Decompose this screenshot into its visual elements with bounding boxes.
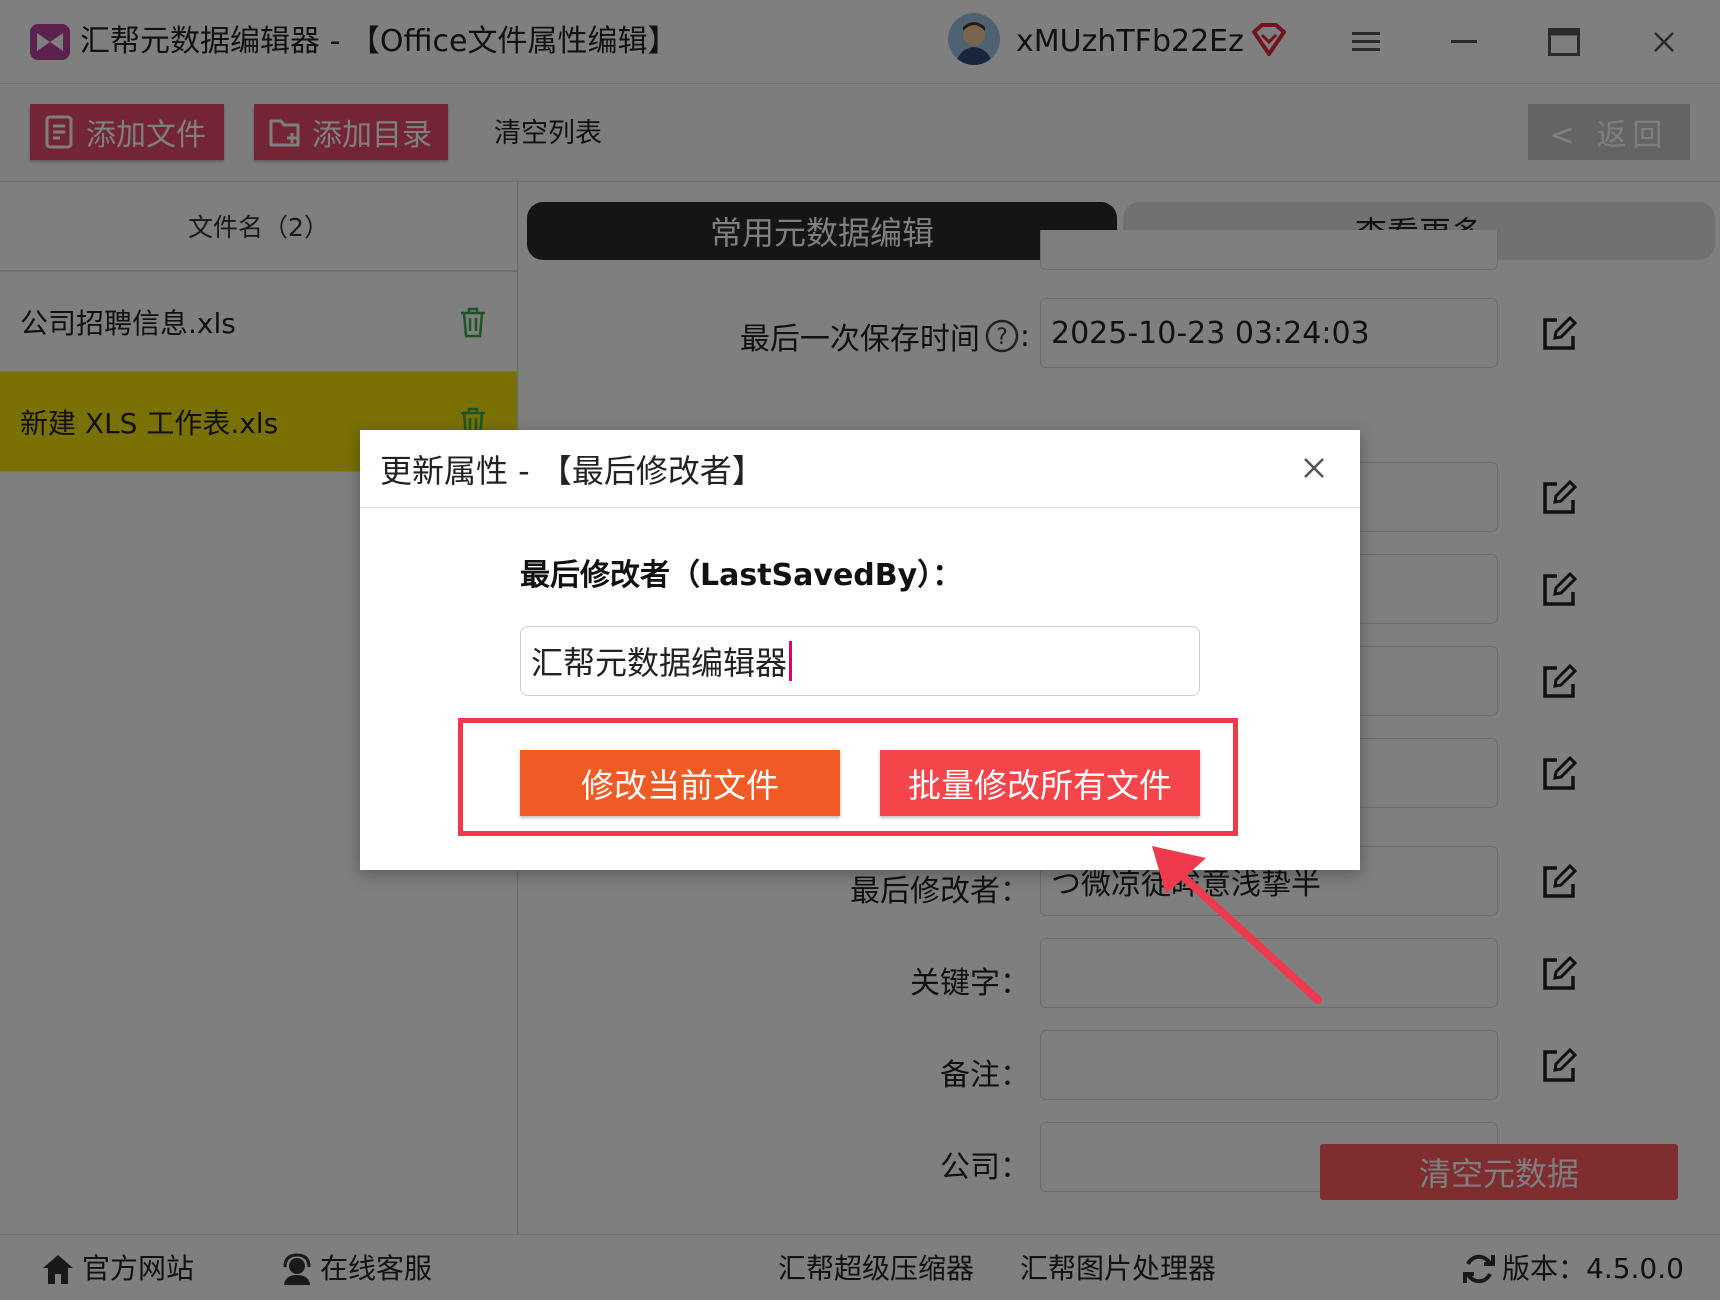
text-caret <box>789 641 793 681</box>
last-modifier-input[interactable]: 汇帮元数据编辑器 <box>520 626 1200 696</box>
input-value: 汇帮元数据编辑器 <box>531 644 788 682</box>
dialog-header: 更新属性 - 【最后修改者】 <box>360 430 1360 508</box>
update-property-dialog: 更新属性 - 【最后修改者】 最后修改者（LastSavedBy）： 汇帮元数据… <box>360 430 1360 870</box>
modify-current-file-button[interactable]: 修改当前文件 <box>520 750 840 816</box>
dialog-title: 更新属性 - 【最后修改者】 <box>380 452 764 490</box>
close-icon[interactable] <box>1294 448 1334 488</box>
dialog-field-label: 最后修改者（LastSavedBy）： <box>520 558 963 593</box>
batch-modify-all-button[interactable]: 批量修改所有文件 <box>880 750 1200 816</box>
